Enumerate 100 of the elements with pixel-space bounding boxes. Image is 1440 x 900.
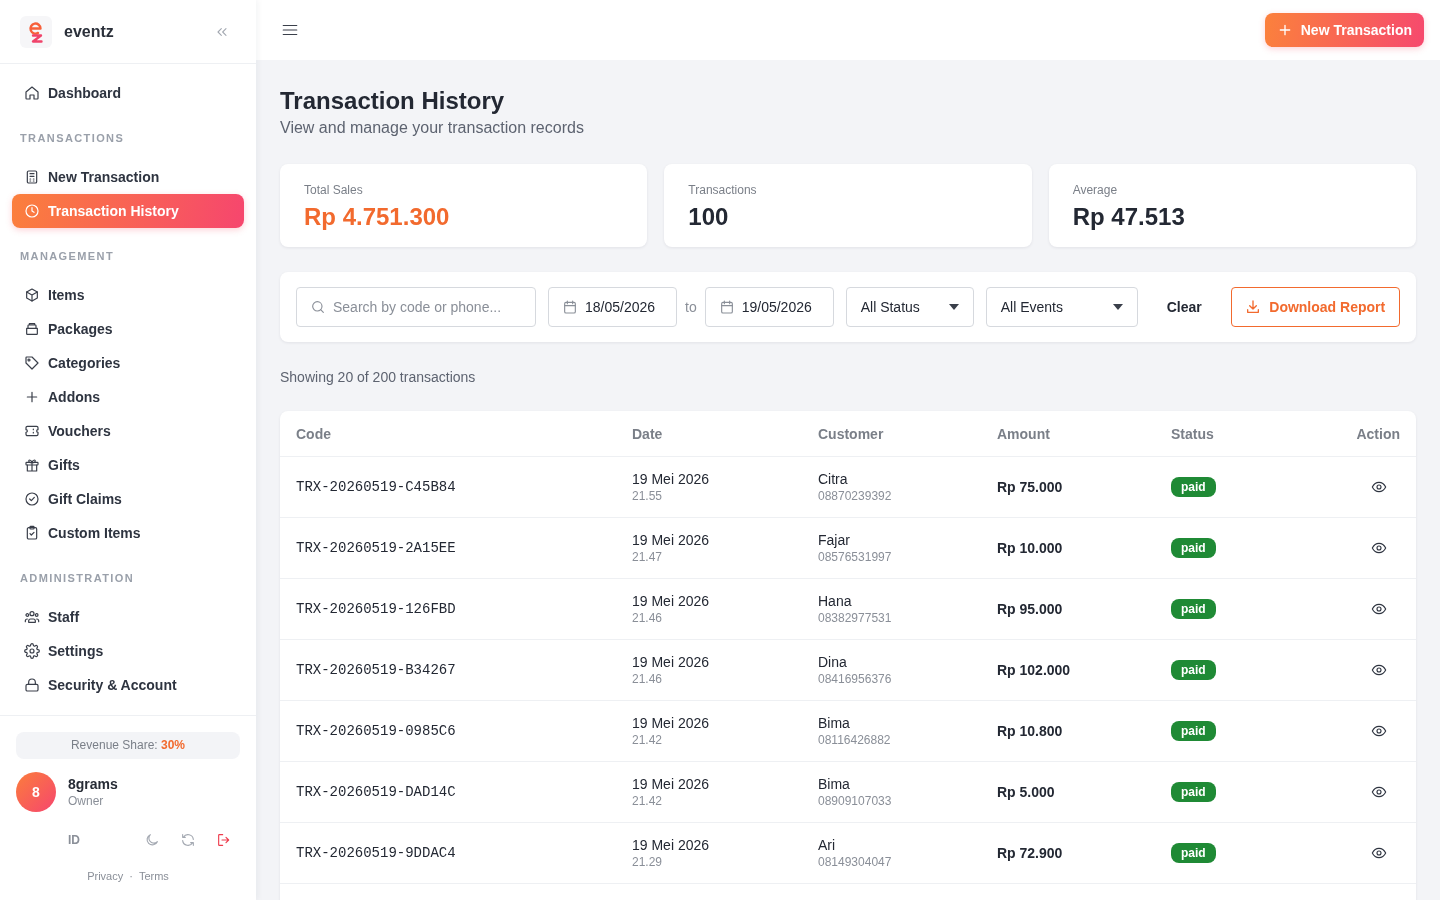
- section-label: MANAGEMENT: [19, 249, 116, 264]
- column-header: Status: [1155, 411, 1285, 457]
- column-header: Customer: [802, 411, 981, 457]
- brand-name: eventz: [64, 22, 115, 41]
- range-separator: to: [685, 299, 697, 315]
- customer-phone: 08416956376: [818, 671, 893, 687]
- time-text: 21.42: [632, 793, 664, 809]
- eye-icon: [1371, 601, 1387, 617]
- status-badge: paid: [1171, 538, 1216, 558]
- page-subtitle: View and manage your transaction records: [280, 118, 585, 138]
- eye-icon: [1371, 662, 1387, 678]
- stat-label: Transactions: [688, 182, 758, 198]
- nav-item[interactable]: New Transaction: [12, 160, 244, 194]
- lock-icon: [24, 677, 40, 693]
- time-text: 21.55: [632, 488, 664, 504]
- transaction-code: TRX-20260519-C45B84: [280, 456, 616, 518]
- bag-icon: [24, 321, 40, 337]
- stat-value: 100: [688, 202, 730, 232]
- customer-name: Ari: [818, 836, 837, 854]
- date-text: 19 Mei 2026: [632, 714, 711, 732]
- eye-icon: [1371, 479, 1387, 495]
- logout-icon[interactable]: [216, 832, 232, 848]
- customer-name: Bima: [818, 714, 851, 732]
- clock-icon: [24, 203, 40, 219]
- column-header: Action: [1285, 411, 1416, 457]
- eye-icon: [1371, 784, 1387, 800]
- date-text: 19 Mei 2026: [632, 470, 711, 488]
- date-text: 19 Mei 2026: [632, 653, 711, 671]
- customer-phone: 08382977531: [818, 610, 893, 626]
- customer-name: Hana: [818, 592, 853, 610]
- time-text: 21.46: [632, 671, 664, 687]
- date-text: 19 Mei 2026: [632, 775, 711, 793]
- amount-text: Rp 72.900: [981, 822, 1155, 884]
- customer-phone: 08116426882: [818, 732, 892, 748]
- amount-text: Rp 10.800: [981, 700, 1155, 762]
- status-badge: paid: [1171, 721, 1216, 741]
- caret-down-icon: [1112, 304, 1123, 310]
- column-header: Amount: [981, 411, 1155, 457]
- transaction-code: TRX-20260519-DAD14C: [280, 761, 616, 823]
- customer-phone: 08576531997: [818, 549, 893, 565]
- amount-text: Rp 75.000: [981, 456, 1155, 518]
- nav-item[interactable]: Vouchers: [12, 414, 244, 448]
- nav-item[interactable]: Gift Claims: [12, 482, 244, 516]
- date-text: 19 Mei 2026: [632, 592, 711, 610]
- status-dropdown[interactable]: All Status: [845, 287, 974, 327]
- home-icon: [24, 85, 40, 101]
- time-text: 21.46: [632, 610, 664, 626]
- event-dropdown[interactable]: All Events: [985, 287, 1138, 327]
- column-header: Date: [616, 411, 802, 457]
- stat-label: Average: [1072, 182, 1119, 198]
- plus-icon: [24, 389, 40, 405]
- status-badge: paid: [1171, 660, 1216, 680]
- avatar: 8: [16, 772, 56, 812]
- customer-phone: 08149304047: [818, 854, 893, 870]
- nav-item[interactable]: Packages: [12, 312, 244, 346]
- customer-name: Citra: [818, 470, 849, 488]
- separator-dot: ·: [129, 869, 133, 884]
- nav-item[interactable]: Custom Items: [12, 516, 244, 550]
- search-field[interactable]: Search by code or phone...: [296, 287, 536, 327]
- nav-item[interactable]: Security & Account: [12, 668, 244, 702]
- transaction-code: TRX-20260519-B34267: [280, 639, 616, 701]
- ticket-icon: [24, 423, 40, 439]
- eye-icon: [1371, 723, 1387, 739]
- settings-icon: [24, 643, 40, 659]
- amount-text: Rp 102.000: [981, 639, 1155, 701]
- transaction-code: TRX-20260519-0985C6: [280, 700, 616, 762]
- nav-item[interactable]: Categories: [12, 346, 244, 380]
- stat-value: Rp 4.751.300: [304, 202, 451, 232]
- time-text: 21.47: [632, 549, 664, 565]
- nav-item[interactable]: Dashboard: [12, 76, 244, 110]
- clear-button[interactable]: Clear: [1149, 287, 1219, 327]
- calendar-icon: [718, 299, 735, 315]
- time-text: 21.29: [632, 854, 664, 870]
- amount-text: Rp 5.000: [981, 761, 1155, 823]
- calendar-icon: [562, 299, 578, 315]
- gift-icon: [24, 457, 40, 473]
- nav-item[interactable]: Items: [12, 278, 244, 312]
- nav-item[interactable]: Gifts: [12, 448, 244, 482]
- column-header: Code: [280, 411, 616, 457]
- tag-icon: [24, 355, 40, 371]
- logo-icon: [20, 15, 52, 48]
- nav-item[interactable]: Addons: [12, 380, 244, 414]
- status-badge: paid: [1171, 599, 1216, 619]
- stat-label: Total Sales: [304, 182, 364, 198]
- search-icon: [310, 299, 326, 315]
- stat-value: Rp 47.513: [1072, 202, 1186, 232]
- status-badge: paid: [1171, 477, 1216, 497]
- transaction-code: TRX-20260519-9DDAC4: [280, 822, 616, 884]
- user-role: Owner: [68, 793, 105, 809]
- transaction-code: TRX-20260519-126FBD: [280, 578, 616, 640]
- amount-text: Rp 10.000: [981, 517, 1155, 579]
- nav-item[interactable]: Staff: [12, 600, 244, 634]
- date-text: 19 Mei 2026: [632, 836, 711, 854]
- customer-name: Bima: [818, 775, 851, 793]
- nav-item[interactable]: Settings: [12, 634, 244, 668]
- date-field[interactable]: 19/05/2026: [704, 287, 834, 327]
- section-label: ADMINISTRATION: [19, 571, 136, 586]
- customer-phone: 08870239392: [818, 488, 893, 504]
- date-field[interactable]: 18/05/2026: [548, 287, 677, 327]
- time-text: 21.42: [632, 732, 664, 748]
